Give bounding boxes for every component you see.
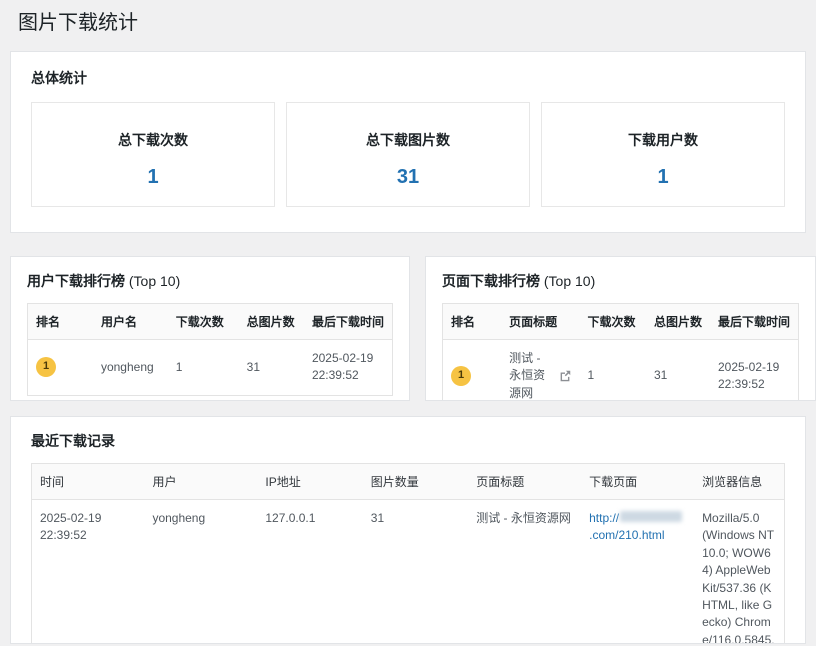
stat-card-download-users: 下载用户数 1 (541, 102, 785, 207)
stat-card-total-images: 总下载图片数 31 (286, 102, 530, 207)
page-ranking-panel: 页面下载排行榜 (Top 10) 排名 页面标题 下载次数 总图片数 最后下载时… (425, 256, 816, 401)
url-suffix: .com/210.html (589, 528, 664, 542)
overall-stats-panel: 总体统计 总下载次数 1 总下载图片数 31 下载用户数 1 (10, 51, 806, 233)
download-page-link[interactable]: http:// .com/210.html (589, 511, 683, 542)
stat-label: 下载用户数 (542, 130, 784, 150)
user-ranking-title-suffix: (Top 10) (129, 273, 180, 289)
url-prefix: http:// (589, 511, 619, 525)
time-cell: 2025-02-19 22:39:52 (32, 500, 145, 645)
column-header-rank: 排名 (28, 304, 93, 340)
table-row: 1 yongheng 1 31 2025-02-19 22:39:52 (28, 340, 393, 396)
overall-stats-title: 总体统计 (31, 68, 785, 88)
rank-badge: 1 (36, 357, 56, 377)
table-header-row: 排名 页面标题 下载次数 总图片数 最后下载时间 (443, 304, 799, 340)
table-header-row: 时间 用户 IP地址 图片数量 页面标题 下载页面 浏览器信息 (32, 464, 785, 500)
user-cell: yongheng (144, 500, 257, 645)
page: 图片下载统计 总体统计 总下载次数 1 总下载图片数 31 下载用户数 1 用户… (0, 0, 816, 644)
column-header-time: 时间 (32, 464, 145, 500)
column-header-last-time: 最后下载时间 (304, 304, 393, 340)
stat-value: 1 (32, 166, 274, 189)
page-ranking-title-suffix: (Top 10) (544, 273, 595, 289)
page-ranking-title: 页面下载排行榜 (Top 10) (442, 271, 799, 291)
redacted-url-segment (620, 511, 682, 522)
page-title-cell: 测试 - 永恒资源网 (468, 500, 581, 645)
last-time-cell: 2025-02-19 22:39:52 (718, 359, 790, 394)
stat-value: 31 (287, 166, 529, 189)
column-header-downloads: 下载次数 (580, 304, 646, 340)
column-header-download-page: 下载页面 (581, 464, 694, 500)
recent-downloads-table: 时间 用户 IP地址 图片数量 页面标题 下载页面 浏览器信息 2025-02-… (31, 463, 785, 644)
table-header-row: 排名 用户名 下载次数 总图片数 最后下载时间 (28, 304, 393, 340)
page-title: 图片下载统计 (18, 10, 806, 36)
recent-downloads-title: 最近下载记录 (31, 431, 785, 451)
browser-info-cell: Mozilla/5.0 (Windows NT 10.0; WOW64) App… (694, 500, 784, 645)
page-ranking-title-text: 页面下载排行榜 (442, 273, 540, 289)
downloads-cell: 1 (580, 340, 646, 402)
stat-label: 总下载图片数 (287, 130, 529, 150)
last-time-cell: 2025-02-19 22:39:52 (312, 350, 384, 385)
ranking-row: 用户下载排行榜 (Top 10) 排名 用户名 下载次数 总图片数 最后下载时间… (10, 256, 806, 401)
column-header-page-title: 页面标题 (468, 464, 581, 500)
ip-cell: 127.0.0.1 (257, 500, 362, 645)
column-header-downloads: 下载次数 (168, 304, 239, 340)
column-header-image-count: 图片数量 (363, 464, 468, 500)
column-header-page-title: 页面标题 (501, 304, 579, 340)
user-ranking-table: 排名 用户名 下载次数 总图片数 最后下载时间 1 yongheng 1 31 … (27, 303, 393, 396)
column-header-user: 用户 (144, 464, 257, 500)
page-title-cell: 测试 - 永恒资源网 (509, 350, 551, 401)
column-header-username: 用户名 (93, 304, 168, 340)
column-header-rank: 排名 (443, 304, 502, 340)
stats-row: 总下载次数 1 总下载图片数 31 下载用户数 1 (31, 102, 785, 207)
column-header-images: 总图片数 (646, 304, 710, 340)
user-ranking-panel: 用户下载排行榜 (Top 10) 排名 用户名 下载次数 总图片数 最后下载时间… (10, 256, 410, 401)
column-header-images: 总图片数 (239, 304, 304, 340)
stat-value: 1 (542, 166, 784, 189)
username-cell: yongheng (93, 340, 168, 396)
external-link-icon[interactable] (558, 369, 572, 383)
images-cell: 31 (239, 340, 304, 396)
stat-label: 总下载次数 (32, 130, 274, 150)
rank-badge: 1 (451, 366, 471, 386)
images-cell: 31 (646, 340, 710, 402)
column-header-ip: IP地址 (257, 464, 362, 500)
image-count-cell: 31 (363, 500, 468, 645)
recent-downloads-panel: 最近下载记录 时间 用户 IP地址 图片数量 页面标题 下载页面 浏览器信息 2… (10, 416, 806, 644)
table-row: 2025-02-19 22:39:52 yongheng 127.0.0.1 3… (32, 500, 785, 645)
table-row: 1 测试 - 永恒资源网 (443, 340, 799, 402)
stat-card-total-downloads: 总下载次数 1 (31, 102, 275, 207)
page-ranking-table: 排名 页面标题 下载次数 总图片数 最后下载时间 1 测试 - 永恒资源网 (442, 303, 799, 401)
downloads-cell: 1 (168, 340, 239, 396)
user-ranking-title-text: 用户下载排行榜 (27, 273, 125, 289)
column-header-last-time: 最后下载时间 (710, 304, 799, 340)
column-header-browser: 浏览器信息 (694, 464, 784, 500)
user-ranking-title: 用户下载排行榜 (Top 10) (27, 271, 393, 291)
